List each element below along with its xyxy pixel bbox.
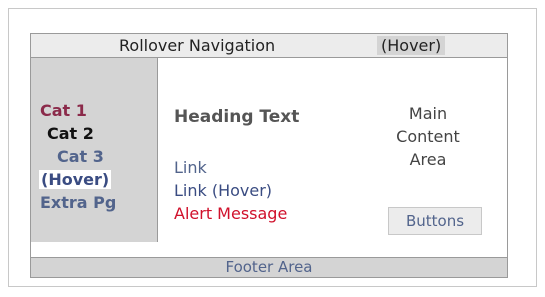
title-text: Rollover Navigation	[119, 36, 276, 55]
heading-text: Heading Text	[174, 107, 300, 127]
title-hover-state[interactable]: (Hover)	[377, 36, 446, 55]
main-content-area: Main Content Area	[376, 102, 480, 171]
sidebar-item-extra-pg[interactable]: Extra Pg	[40, 193, 116, 212]
sidebar-item-cat-2[interactable]: Cat 2	[47, 124, 94, 143]
alert-message: Alert Message	[174, 204, 288, 223]
buttons-button[interactable]: Buttons	[388, 207, 482, 235]
main-area-line-3: Area	[409, 150, 447, 169]
title-bar: Rollover Navigation (Hover)	[31, 34, 507, 58]
sidebar-item-hover[interactable]: (Hover)	[39, 170, 112, 189]
content-link-hover[interactable]: Link (Hover)	[174, 181, 272, 200]
sidebar-item-cat-3[interactable]: Cat 3	[57, 147, 104, 166]
footer-area: Footer Area	[31, 257, 507, 277]
main-area-line-1: Main	[408, 104, 448, 123]
main-area-line-2: Content	[396, 127, 460, 146]
sidebar-item-cat-1[interactable]: Cat 1	[40, 101, 87, 120]
rollover-navigation-widget: Rollover Navigation (Hover) Cat 1 Cat 2 …	[30, 33, 508, 278]
content-link[interactable]: Link	[174, 158, 207, 177]
